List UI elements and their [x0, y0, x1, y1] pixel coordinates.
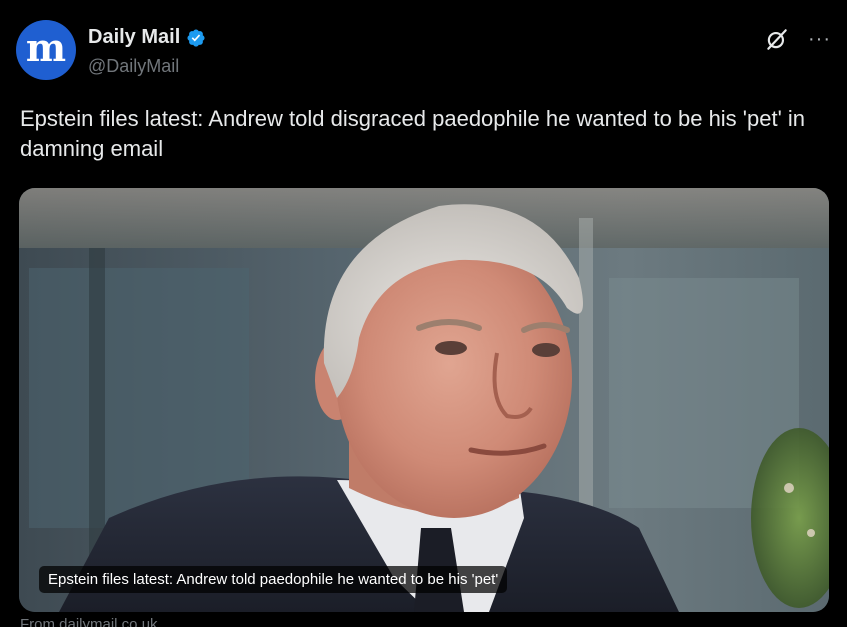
card-caption: Epstein files latest: Andrew told paedop… — [39, 566, 508, 593]
author-name-row: Daily Mail — [88, 26, 206, 49]
author-display-name[interactable]: Daily Mail — [88, 26, 180, 49]
verified-badge-icon — [187, 28, 205, 47]
avatar[interactable]: m — [16, 20, 76, 80]
tweet-text: Epstein files latest: Andrew told disgra… — [20, 106, 806, 161]
author-handle[interactable]: @DailyMail — [88, 56, 179, 77]
card-source[interactable]: From dailymail.co.uk — [20, 616, 158, 627]
daily-mail-logo: m — [25, 25, 67, 70]
article-photo — [19, 188, 829, 612]
tweet: m Daily Mail @DailyMail ··· Epstein file… — [0, 0, 847, 627]
tweet-actions-top: ··· — [764, 26, 831, 52]
link-card[interactable]: Epstein files latest: Andrew told paedop… — [19, 188, 829, 612]
more-options-icon[interactable]: ··· — [808, 29, 831, 49]
grok-icon[interactable] — [764, 26, 790, 52]
